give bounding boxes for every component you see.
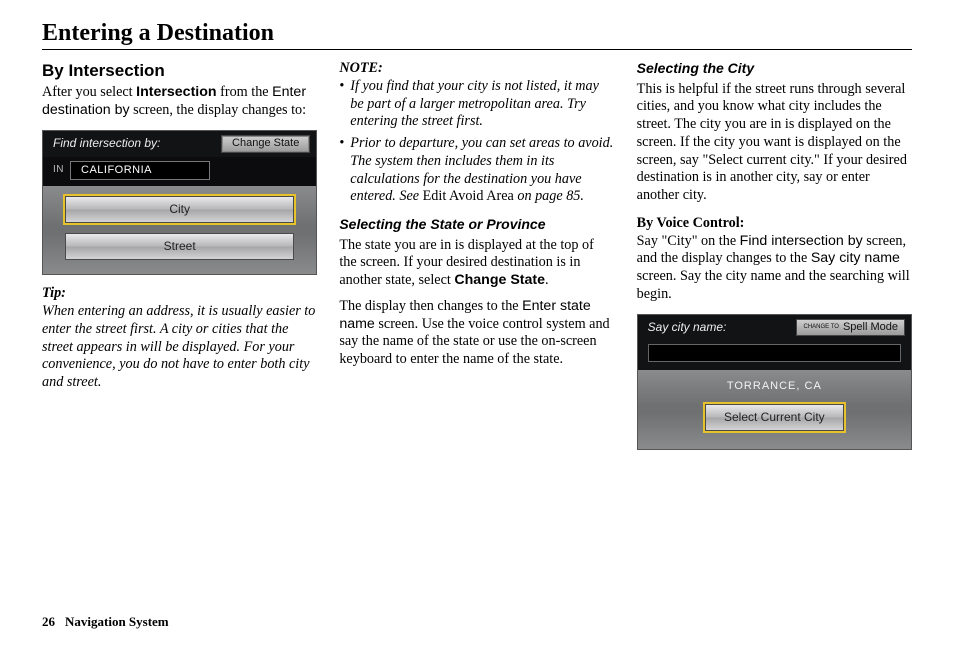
city-button[interactable]: City (65, 196, 294, 223)
state-value-box[interactable]: CALIFORNIA (70, 161, 210, 181)
t-sans: Find intersection by (740, 233, 863, 249)
note-list: If you find that your city is not listed… (339, 78, 614, 206)
page-footer: 26 Navigation System (42, 614, 169, 630)
note-item-2: Prior to departure, you can set areas to… (339, 135, 614, 206)
text: After you select (42, 84, 136, 100)
spell-mode-label: Spell Mode (843, 321, 898, 335)
t-bold: Change State (454, 272, 545, 288)
t: screen. Use the voice control system and… (339, 316, 609, 368)
shot2-input-row (638, 340, 911, 370)
t-sans: Say city name (811, 250, 900, 266)
heading-by-intersection: By Intersection (42, 60, 317, 81)
column-2: NOTE: If you find that your city is not … (339, 60, 614, 456)
screenshot-find-intersection: Find intersection by: Change State IN CA… (42, 130, 317, 276)
text: screen, the display changes to: (130, 102, 307, 118)
bvc-paragraph: Say "City" on the Find intersection by s… (637, 233, 912, 304)
note-text: Prior to departure, you can set areas to… (350, 135, 614, 206)
state-paragraph-1: The state you are in is displayed at the… (339, 237, 614, 290)
street-button[interactable]: Street (65, 233, 294, 260)
shot1-state-row: IN CALIFORNIA (43, 157, 316, 187)
text-bold: Intersection (136, 84, 216, 100)
footer-page-number: 26 (42, 614, 55, 629)
note-label: NOTE: (339, 60, 614, 78)
heading-select-state: Selecting the State or Province (339, 216, 614, 234)
shot2-body: TORRANCE, CA Select Current City (638, 370, 911, 449)
t: screen. Say the city name and the search… (637, 268, 910, 302)
shot1-header: Find intersection by: Change State (43, 131, 316, 157)
title-rule (42, 49, 912, 50)
note-text: If you find that your city is not listed… (350, 78, 614, 131)
heading-select-city: Selecting the City (637, 60, 912, 78)
change-state-button[interactable]: Change State (221, 135, 310, 153)
spell-mode-button[interactable]: CHANGE TO Spell Mode (796, 319, 905, 337)
shot1-body: City Street (43, 186, 316, 274)
select-current-city-button[interactable]: Select Current City (705, 404, 844, 431)
shot2-header: Say city name: CHANGE TO Spell Mode (638, 315, 911, 341)
column-3: Selecting the City This is helpful if th… (637, 60, 912, 456)
tip-body: When entering an address, it is usually … (42, 303, 317, 392)
text: from the (217, 84, 273, 100)
screenshot-say-city: Say city name: CHANGE TO Spell Mode TORR… (637, 314, 912, 451)
column-1: By Intersection After you select Interse… (42, 60, 317, 456)
t: Say "City" on the (637, 233, 740, 249)
in-label: IN (53, 164, 64, 177)
city-name-input[interactable] (648, 344, 901, 362)
by-voice-control-label: By Voice Control: (637, 215, 912, 233)
shot1-title: Find intersection by: (53, 136, 213, 151)
note-item-1: If you find that your city is not listed… (339, 78, 614, 131)
t: . (545, 272, 549, 288)
t: on page 85. (514, 188, 584, 204)
change-to-label: CHANGE TO (803, 324, 838, 330)
current-city-label: TORRANCE, CA (727, 380, 822, 394)
shot2-title: Say city name: (648, 320, 789, 335)
page-title: Entering a Destination (42, 20, 912, 47)
tip-label: Tip: (42, 285, 317, 303)
t-nonitalic: Edit Avoid Area (423, 188, 514, 204)
city-paragraph: This is helpful if the street runs throu… (637, 81, 912, 205)
intro-paragraph: After you select Intersection from the E… (42, 84, 317, 120)
footer-section-name: Navigation System (65, 614, 169, 629)
t: The display then changes to the (339, 298, 522, 314)
state-paragraph-2: The display then changes to the Enter st… (339, 298, 614, 369)
